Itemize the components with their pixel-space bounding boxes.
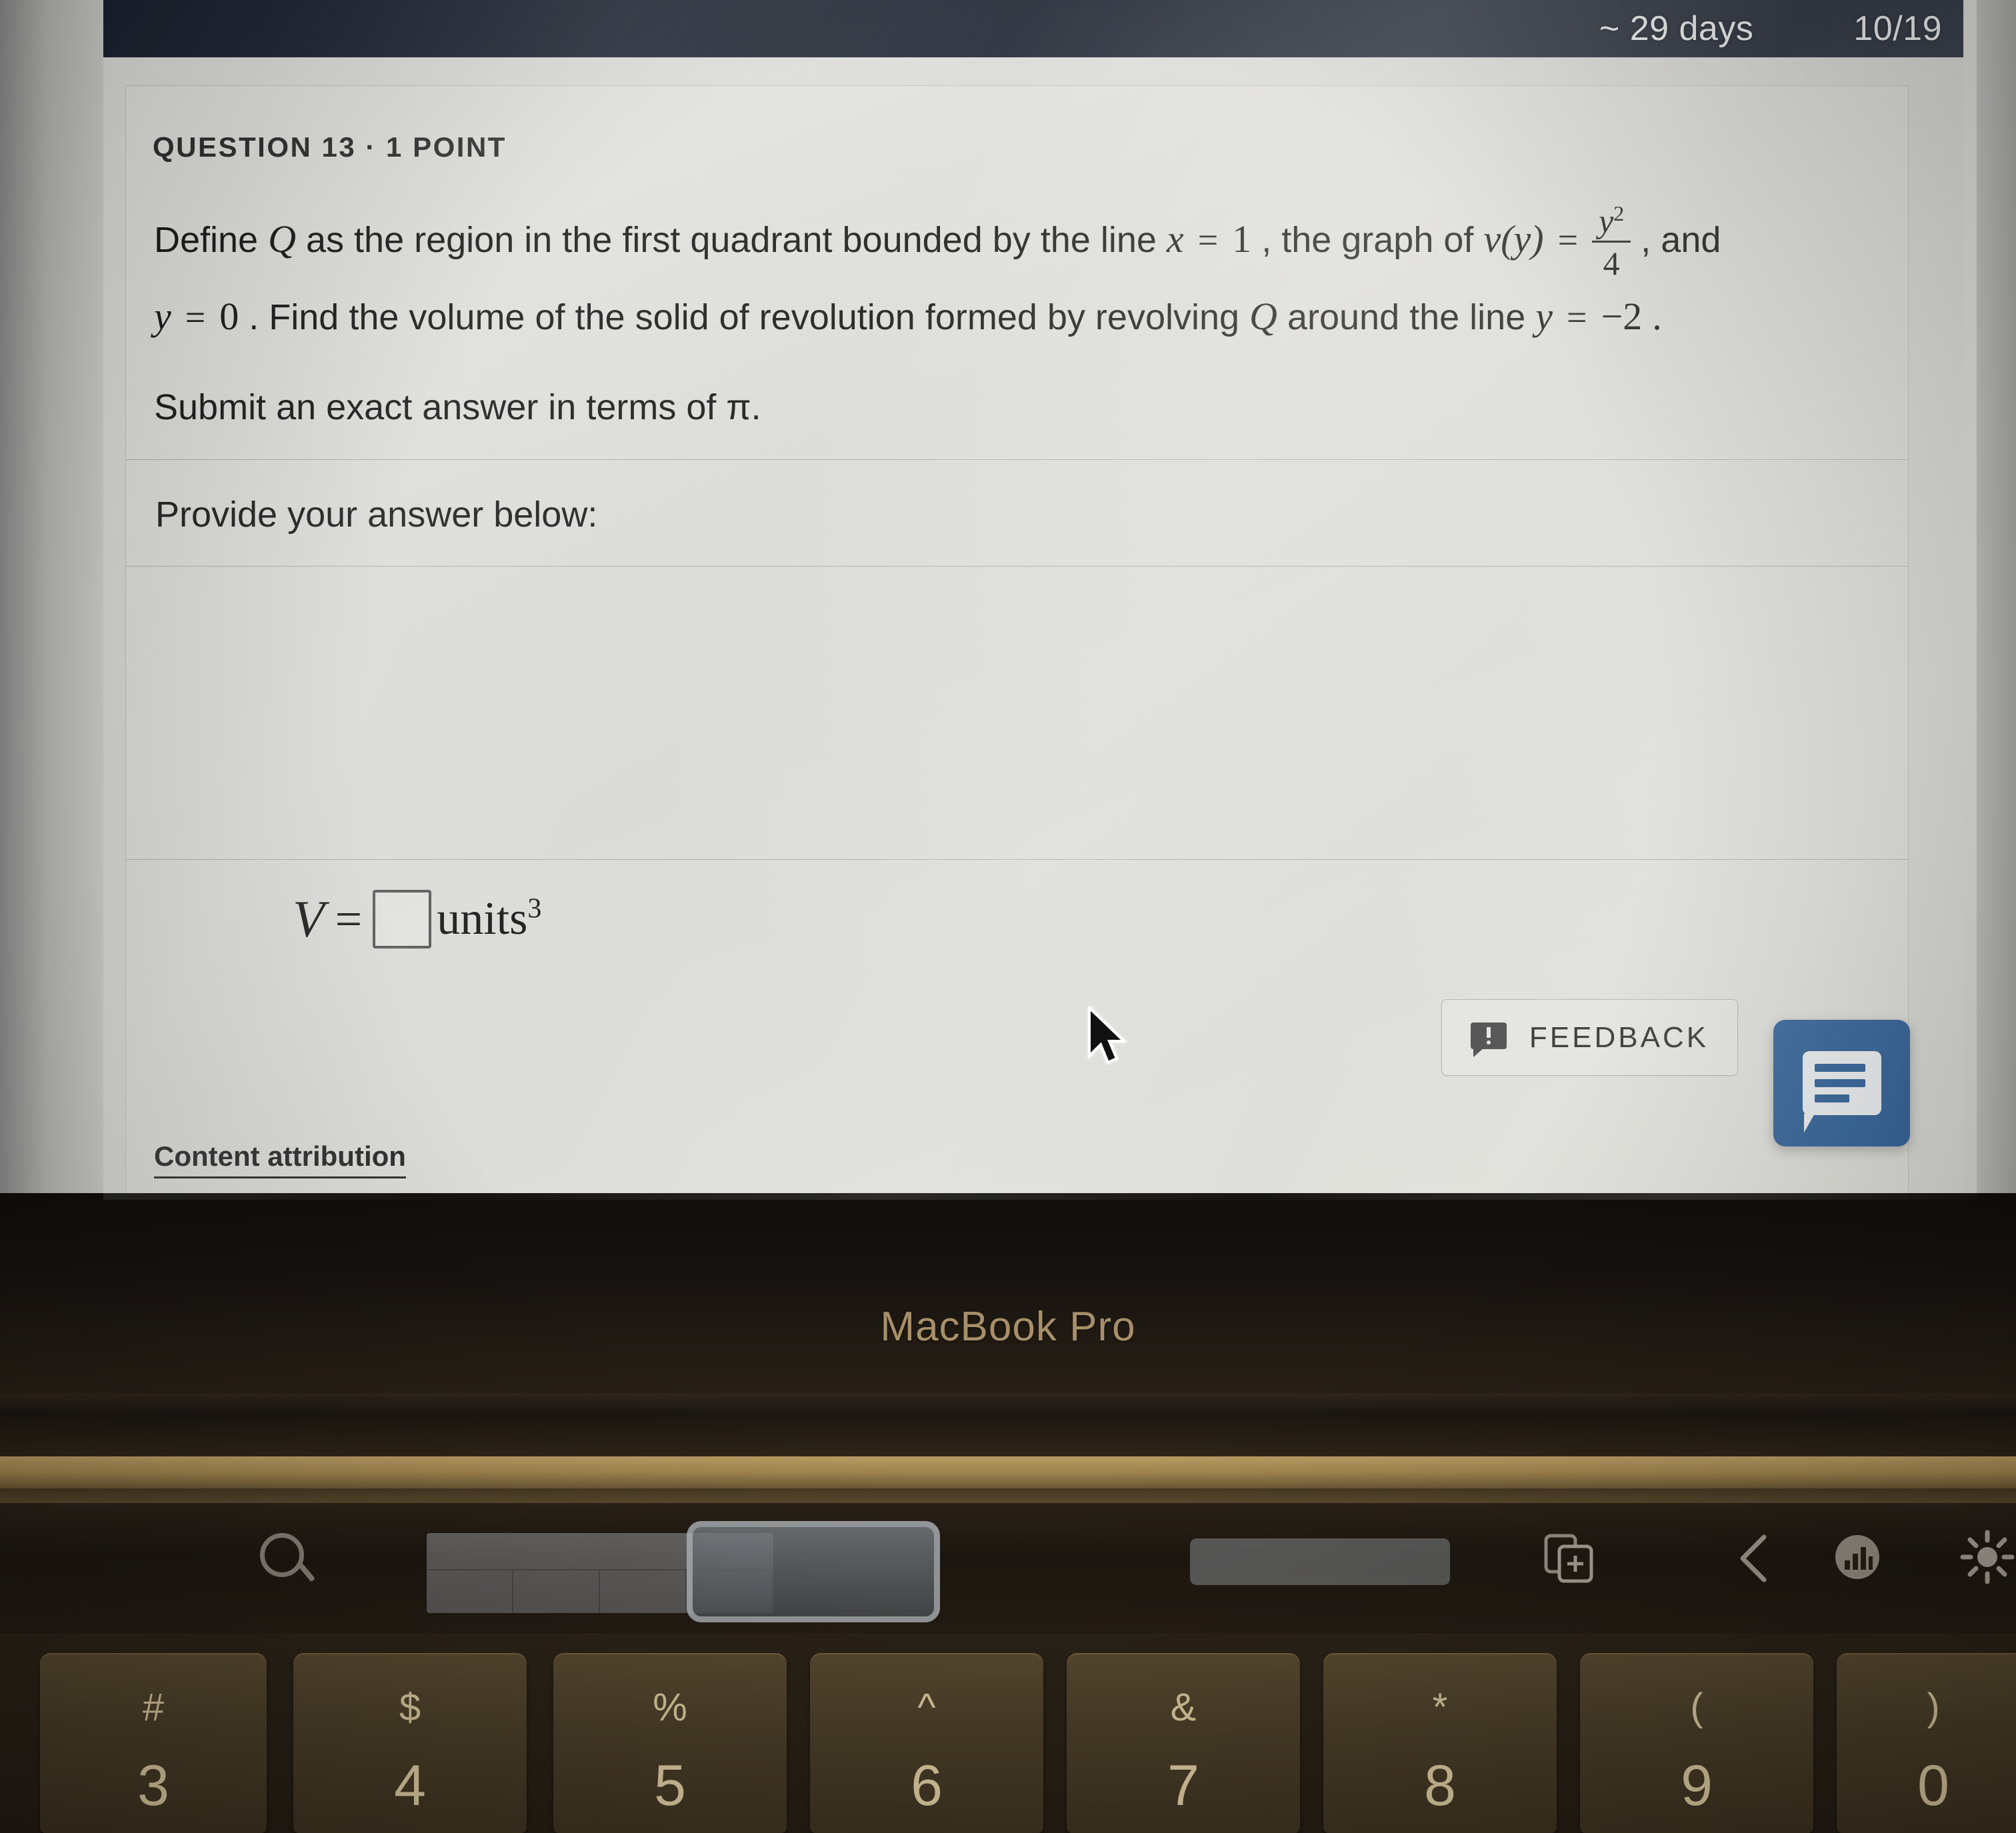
key-8[interactable]: * 8 (1323, 1653, 1557, 1833)
question-line-2: y = 0 . Find the volume of the solid of … (154, 280, 1834, 354)
key-symbol: & (1170, 1686, 1197, 1729)
key-number: 4 (394, 1754, 426, 1818)
q2-value-0: 0 (219, 295, 239, 338)
key-symbol: ( (1690, 1686, 1703, 1729)
feedback-button-label: FEEDBACK (1529, 1020, 1709, 1054)
q1-symbol-Q: Q (268, 217, 296, 261)
question-card: QUESTION 13 · 1 POINT Define Q as the re… (125, 85, 1909, 1200)
key-symbol: % (653, 1686, 687, 1729)
key-0[interactable]: ) 0 (1837, 1653, 2016, 1833)
q1-fraction-denominator: 4 (1592, 241, 1631, 280)
question-header: QUESTION 13 · 1 POINT (153, 131, 507, 163)
key-symbol: # (142, 1686, 165, 1729)
key-5[interactable]: % 5 (553, 1653, 787, 1833)
brightness-icon[interactable] (1960, 1530, 2015, 1584)
provide-answer-label: Provide your answer below: (155, 495, 598, 535)
question-line-1: Define Q as the region in the first quad… (154, 203, 1834, 280)
q2-symbol-y: y (154, 295, 171, 338)
q2-value-neg2: −2 (1601, 295, 1643, 338)
q1-equals-1: = (1197, 220, 1219, 260)
question-page: QUESTION 13 · 1 POINT Define Q as the re… (103, 57, 1963, 1200)
macbook-pro-label: MacBook Pro (880, 1304, 1136, 1350)
q2-equals-1: = (185, 297, 206, 337)
laptop-screen: ~ 29 days 10/19 QUESTION 13 · 1 POINT De… (103, 0, 1977, 1200)
key-number: 3 (137, 1754, 169, 1818)
q1-text-d: , and (1641, 220, 1721, 260)
feedback-bubble-icon (1470, 1022, 1507, 1057)
content-attribution-link[interactable]: Content attribution (154, 1140, 406, 1178)
key-number: 6 (911, 1754, 943, 1818)
room-right-edge (1976, 0, 2016, 1193)
divider-below-provide (126, 566, 1908, 567)
q2-text-a: . Find the volume of the solid of revolu… (249, 297, 1240, 337)
q2-symbol-y2: y (1535, 295, 1553, 338)
blank-pill[interactable] (1190, 1538, 1450, 1585)
key-3[interactable]: #3 (40, 1653, 267, 1833)
q1-text-b: as the region in the first quadrant boun… (306, 220, 1157, 260)
answer-input[interactable] (373, 890, 432, 948)
key-9[interactable]: (9 (1580, 1653, 1813, 1833)
key-number: 7 (1167, 1754, 1199, 1818)
q1-fraction: y2 4 (1592, 203, 1631, 280)
deck-reflection-strip (0, 1456, 2016, 1488)
answer-expression: V = units3 (293, 889, 541, 949)
answer-equals: = (335, 892, 363, 946)
divider-above-attribution (126, 859, 1908, 860)
laptop-photo: ~ 29 days 10/19 QUESTION 13 · 1 POINT De… (0, 0, 2016, 1833)
key-number: 5 (654, 1754, 686, 1818)
key-symbol: $ (399, 1686, 421, 1729)
answer-variable-V: V (293, 890, 325, 948)
key-symbol: * (1432, 1686, 1448, 1729)
q2-equals-2: = (1567, 297, 1587, 337)
q1-symbol-x: x (1166, 217, 1184, 261)
date-label: 10/19 (1853, 9, 1942, 48)
q1-equals-2: = (1557, 220, 1579, 260)
q1-text-c: , the graph of (1261, 220, 1474, 260)
new-tab-icon[interactable] (1543, 1533, 1594, 1584)
q2-period: . (1652, 295, 1662, 338)
active-app-preview[interactable] (687, 1521, 940, 1622)
q1-text-a: Define (154, 220, 259, 260)
room-left-edge (0, 0, 107, 1193)
app-top-bar: ~ 29 days 10/19 (103, 0, 1963, 57)
key-symbol: ) (1927, 1686, 1940, 1729)
key-symbol: ^ (917, 1686, 936, 1729)
q1-fraction-numerator: y2 (1599, 201, 1625, 240)
q2-symbol-Q: Q (1249, 295, 1277, 338)
chevron-left-icon[interactable] (1733, 1533, 1773, 1584)
chat-widget-button[interactable] (1773, 1020, 1910, 1146)
q2-text-b: around the line (1287, 297, 1526, 337)
key-7[interactable]: & 7 (1067, 1653, 1300, 1833)
q1-value-1: 1 (1232, 217, 1252, 261)
volume-icon[interactable] (1830, 1530, 1885, 1584)
keyboard-number-row: #3 $4% 5 ^ 6 & 7 * 8(9) 0 (0, 1653, 2016, 1833)
question-text: Define Q as the region in the first quad… (154, 203, 1834, 433)
key-number: 9 (1681, 1754, 1713, 1818)
divider-above-provide (126, 459, 1908, 460)
key-4[interactable]: $4 (293, 1653, 527, 1833)
q1-function-v: v(y) (1483, 217, 1544, 261)
days-remaining-label: ~ 29 days (1599, 9, 1754, 48)
key-6[interactable]: ^ 6 (810, 1653, 1043, 1833)
key-number: 0 (1917, 1754, 1949, 1818)
question-line-3: Submit an exact answer in terms of π. (154, 387, 761, 427)
search-icon[interactable] (260, 1533, 304, 1577)
key-number: 8 (1424, 1754, 1456, 1818)
answer-units: units3 (437, 893, 542, 944)
feedback-button[interactable]: FEEDBACK (1441, 999, 1738, 1076)
chat-bubble-icon (1802, 1051, 1881, 1132)
